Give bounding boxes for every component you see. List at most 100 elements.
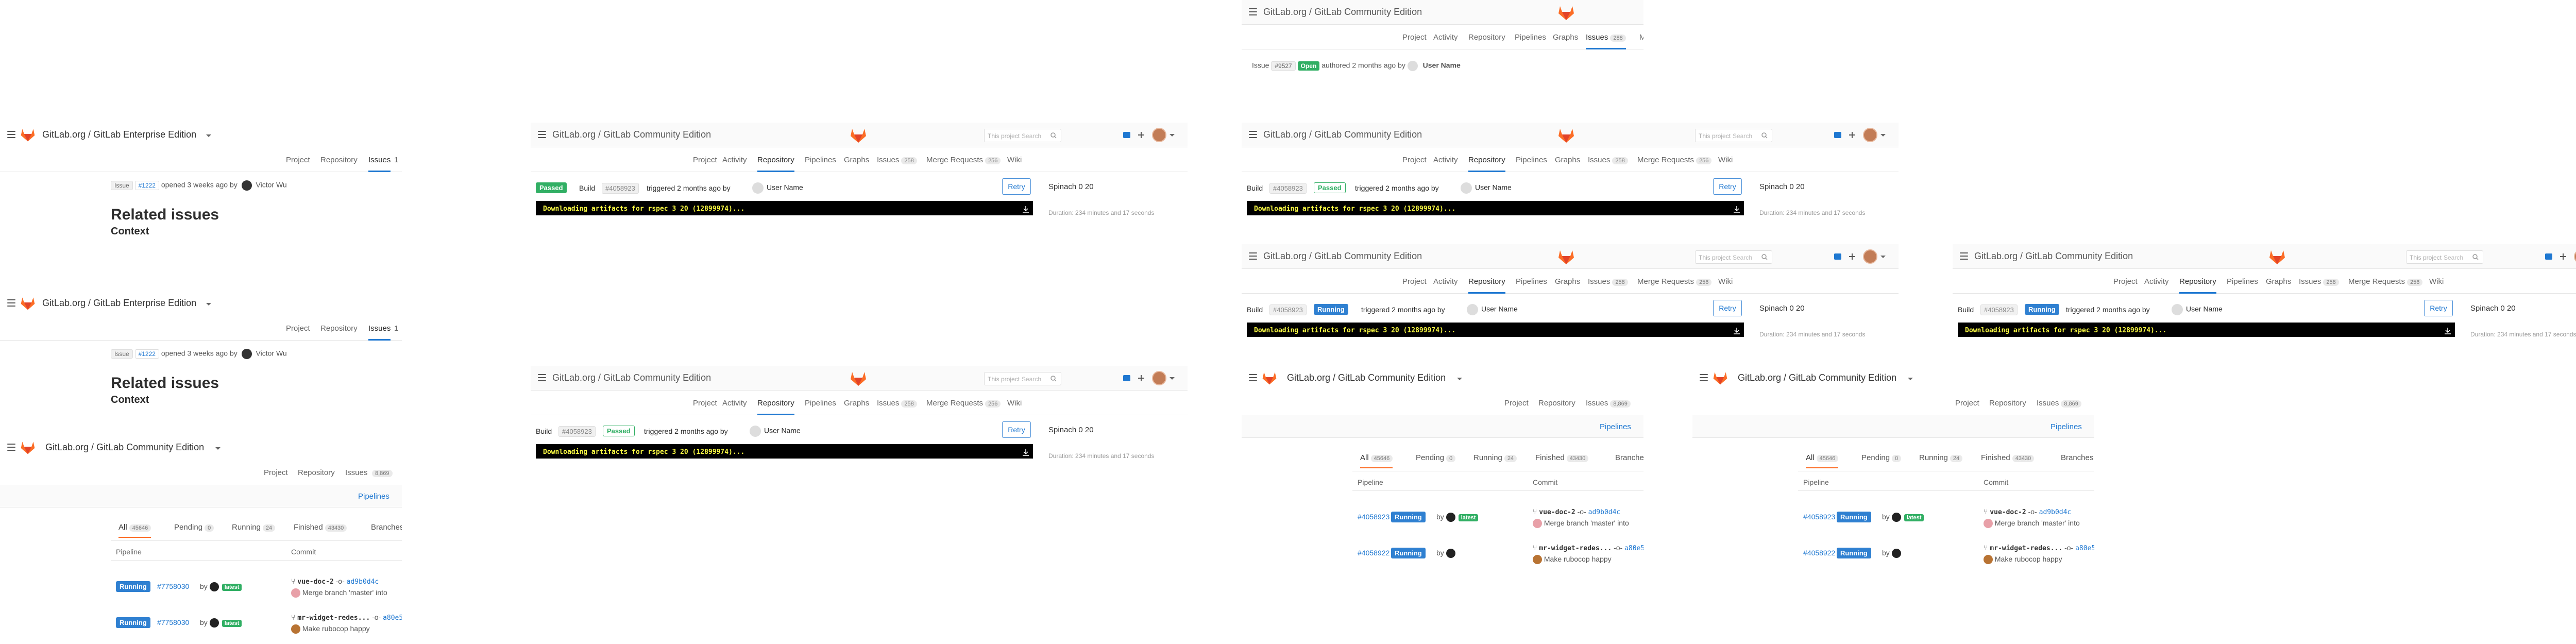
- hamburger-icon[interactable]: [538, 131, 546, 138]
- tab-wiki[interactable]: Wiki: [1007, 399, 1022, 408]
- pipeline-id[interactable]: #4058923: [1358, 513, 1389, 521]
- status-badge[interactable]: Running: [1314, 304, 1348, 315]
- status-badge[interactable]: Running: [1837, 548, 1871, 558]
- tab-merge-requests[interactable]: Merge Requests 256: [1637, 156, 1712, 164]
- tab-repository[interactable]: Repository: [1468, 156, 1505, 172]
- commit-sha[interactable]: a80e53f: [2075, 545, 2094, 552]
- tab-pipelines[interactable]: Pipelines: [805, 399, 836, 408]
- todo-icon[interactable]: [1122, 374, 1131, 383]
- project-title[interactable]: GitLab.org / GitLab Community Edition: [1738, 372, 1896, 383]
- status-badge[interactable]: Passed: [1314, 182, 1346, 193]
- todo-icon[interactable]: [2544, 252, 2553, 261]
- tab-repository[interactable]: Repository: [2179, 277, 2216, 294]
- tab-repository[interactable]: Repository: [320, 156, 358, 164]
- pipeline-id[interactable]: #7758030: [157, 618, 189, 626]
- filter-tab-finished[interactable]: Finished 43430: [1981, 453, 2035, 462]
- hamburger-icon[interactable]: [1249, 131, 1257, 138]
- retry-button[interactable]: Retry: [1713, 178, 1742, 195]
- filter-tab-pending[interactable]: Pending 0: [1861, 453, 1902, 462]
- hamburger-icon[interactable]: [1249, 374, 1257, 381]
- build-user[interactable]: User Name: [1461, 182, 1512, 194]
- status-badge[interactable]: Running: [1837, 512, 1871, 522]
- tab-graphs[interactable]: Graphs: [1553, 33, 1578, 42]
- filter-tab-pending[interactable]: Pending 0: [1416, 453, 1456, 462]
- tab-repository[interactable]: Repository: [1468, 277, 1505, 294]
- tab-issues[interactable]: Issues 8,869: [2037, 399, 2081, 408]
- hamburger-icon[interactable]: [7, 299, 15, 307]
- gitlab-logo-icon[interactable]: [1557, 126, 1575, 144]
- search-input[interactable]: This project Search: [984, 129, 1061, 142]
- tab-wiki[interactable]: Wiki: [1007, 156, 1022, 164]
- project-title[interactable]: GitLab.org / GitLab Enterprise Edition: [42, 129, 196, 140]
- commit-sha[interactable]: ad9b0d4c: [347, 578, 379, 586]
- tab-merge-requests[interactable]: Merge Requests 256: [2348, 277, 2423, 286]
- search-input[interactable]: This project Search: [1695, 129, 1772, 142]
- status-badge[interactable]: Passed: [536, 182, 567, 193]
- tab-graphs[interactable]: Graphs: [1555, 277, 1580, 286]
- hamburger-icon[interactable]: [1249, 252, 1257, 260]
- search-input[interactable]: This project Search: [2406, 250, 2483, 264]
- commit-sha[interactable]: a80e53f: [383, 614, 402, 622]
- gitlab-logo-icon[interactable]: [1261, 369, 1278, 386]
- project-title[interactable]: GitLab.org / GitLab Community Edition: [1263, 129, 1422, 140]
- tab-pipelines[interactable]: Pipelines: [1516, 156, 1547, 164]
- tab-issues[interactable]: Issues: [368, 324, 391, 341]
- chevron-down-icon[interactable]: [206, 303, 211, 306]
- hamburger-icon[interactable]: [7, 444, 15, 451]
- avatar[interactable]: [1407, 61, 1418, 71]
- pipeline-id[interactable]: #4058922: [1358, 549, 1389, 557]
- tab-pipelines[interactable]: Pipelines: [805, 156, 836, 164]
- build-number[interactable]: #4058923: [558, 426, 596, 437]
- status-badge[interactable]: Passed: [603, 426, 635, 436]
- project-title[interactable]: GitLab.org / GitLab Community Edition: [1974, 251, 2133, 262]
- download-icon[interactable]: [1022, 205, 1030, 213]
- hamburger-icon[interactable]: [1249, 8, 1257, 15]
- branch-name[interactable]: mr-widget-redes...: [1990, 545, 2062, 552]
- tab-repository[interactable]: Repository: [1989, 399, 2026, 408]
- build-user[interactable]: User Name: [752, 182, 803, 194]
- hamburger-icon[interactable]: [7, 131, 15, 138]
- issue-author[interactable]: Victor Wu: [256, 181, 287, 189]
- tab-project[interactable]: Project: [264, 468, 288, 477]
- breadcrumb[interactable]: Pipelines: [2050, 422, 2082, 431]
- build-user[interactable]: User Name: [2172, 304, 2223, 315]
- tab-activity[interactable]: Activity: [2144, 277, 2169, 286]
- tab-graphs[interactable]: Graphs: [2266, 277, 2291, 286]
- build-number[interactable]: #4058923: [602, 183, 639, 194]
- commit-sha[interactable]: ad9b0d4c: [2039, 509, 2072, 516]
- tab-issues[interactable]: Issues 258: [877, 156, 917, 164]
- chevron-down-icon[interactable]: [215, 447, 221, 450]
- chevron-down-icon[interactable]: [1457, 378, 1462, 380]
- breadcrumb[interactable]: Pipelines: [1600, 422, 1631, 431]
- tab-project[interactable]: Project: [693, 399, 717, 408]
- search-input[interactable]: This project Search: [984, 372, 1061, 385]
- build-number[interactable]: #4058923: [1269, 183, 1307, 194]
- tab-merge-requests[interactable]: M: [1639, 33, 1643, 42]
- hamburger-icon[interactable]: [1700, 374, 1708, 381]
- issue-number[interactable]: #1222: [134, 180, 159, 190]
- tab-repository[interactable]: Repository: [1468, 33, 1505, 42]
- status-badge[interactable]: Running: [1391, 548, 1426, 558]
- project-title[interactable]: GitLab.org / GitLab Community Edition: [1263, 251, 1422, 262]
- tab-issues[interactable]: Issues 8,869: [1586, 399, 1631, 408]
- tab-graphs[interactable]: Graphs: [1555, 156, 1580, 164]
- tab-project[interactable]: Project: [1955, 399, 1979, 408]
- gitlab-logo-icon[interactable]: [849, 369, 868, 387]
- build-number[interactable]: #4058923: [1269, 304, 1307, 315]
- issue-author[interactable]: Victor Wu: [256, 349, 287, 358]
- project-title[interactable]: GitLab.org / GitLab Community Edition: [1287, 372, 1446, 383]
- gitlab-logo-icon[interactable]: [1557, 247, 1575, 266]
- chevron-down-icon[interactable]: [1880, 256, 1886, 258]
- tab-activity[interactable]: Activity: [1433, 277, 1458, 286]
- tab-project[interactable]: Project: [286, 324, 310, 333]
- branch-name[interactable]: vue-doc-2: [1990, 509, 2026, 516]
- commit-sha[interactable]: a80e53f: [1624, 545, 1643, 552]
- tab-project[interactable]: Project: [286, 156, 310, 164]
- tab-merge-requests[interactable]: Merge Requests 256: [1637, 277, 1712, 286]
- gitlab-logo-icon[interactable]: [20, 295, 36, 311]
- avatar[interactable]: [1152, 371, 1166, 385]
- retry-button[interactable]: Retry: [1002, 421, 1031, 438]
- tab-activity[interactable]: Activity: [1433, 156, 1458, 164]
- chevron-down-icon[interactable]: [1170, 377, 1175, 380]
- status-badge[interactable]: Running: [116, 581, 150, 592]
